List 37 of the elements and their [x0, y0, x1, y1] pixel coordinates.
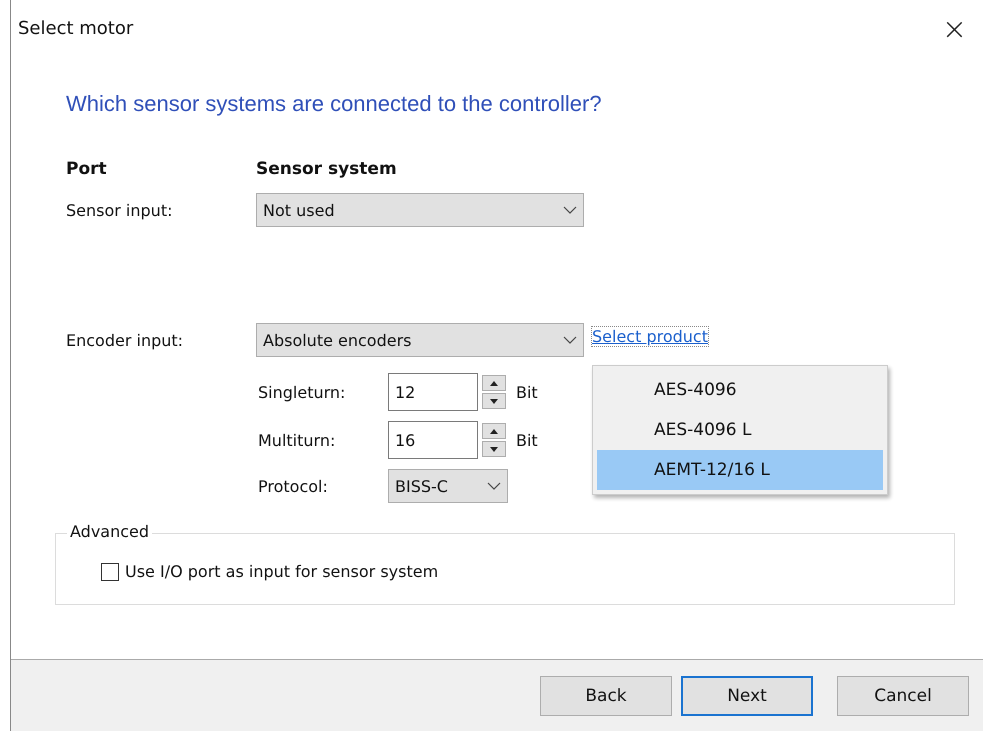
- dropdown[interactable]: Not used: [256, 193, 584, 227]
- spin-down-button[interactable]: [482, 441, 506, 457]
- heading: Which sensor systems are connected to the controller?: [66, 91, 603, 117]
- select-product-link[interactable]: Select product: [592, 327, 708, 346]
- chevron-icon: [563, 336, 577, 344]
- chevron-icon: [487, 482, 501, 490]
- dialog-button[interactable]: Next: [681, 676, 813, 716]
- field-label: Multiturn:: [258, 430, 336, 450]
- spin-up-button[interactable]: [482, 423, 506, 439]
- up-triangle-icon: [490, 380, 498, 386]
- dialog-button[interactable]: Back: [540, 676, 672, 716]
- up-triangle-icon: [490, 428, 498, 434]
- spin-up-button[interactable]: [482, 375, 506, 391]
- dropdown[interactable]: Absolute encoders: [256, 323, 584, 357]
- unit-label: Bit: [516, 430, 538, 450]
- field-label: Sensor input:: [66, 200, 174, 220]
- field-label: Protocol:: [258, 476, 329, 496]
- checkbox-label: Use I/O port as input for sensor system: [125, 562, 438, 581]
- menu-item[interactable]: AES-4096: [597, 370, 883, 410]
- column-header: Sensor system: [256, 159, 397, 179]
- down-triangle-icon: [490, 398, 498, 404]
- field-label: Encoder input:: [66, 330, 184, 350]
- down-triangle-icon: [490, 446, 498, 452]
- number-field[interactable]: 16: [388, 421, 478, 459]
- dropdown[interactable]: BISS-C: [388, 469, 508, 503]
- menu-item[interactable]: AEMT-12/16 L: [597, 450, 883, 490]
- field-label: Singleturn:: [258, 382, 346, 402]
- menu-item[interactable]: AES-4096 L: [597, 410, 883, 450]
- close-button[interactable]: ×: [938, 18, 971, 42]
- dialog-button[interactable]: Cancel: [837, 676, 969, 716]
- spin-down-button[interactable]: [482, 393, 506, 409]
- unit-label: Bit: [516, 382, 538, 402]
- checkbox[interactable]: [101, 562, 119, 580]
- chevron-icon: [563, 206, 577, 214]
- column-header: Port: [66, 159, 108, 179]
- window-title: Select motor: [18, 18, 134, 39]
- number-field[interactable]: 12: [388, 373, 478, 411]
